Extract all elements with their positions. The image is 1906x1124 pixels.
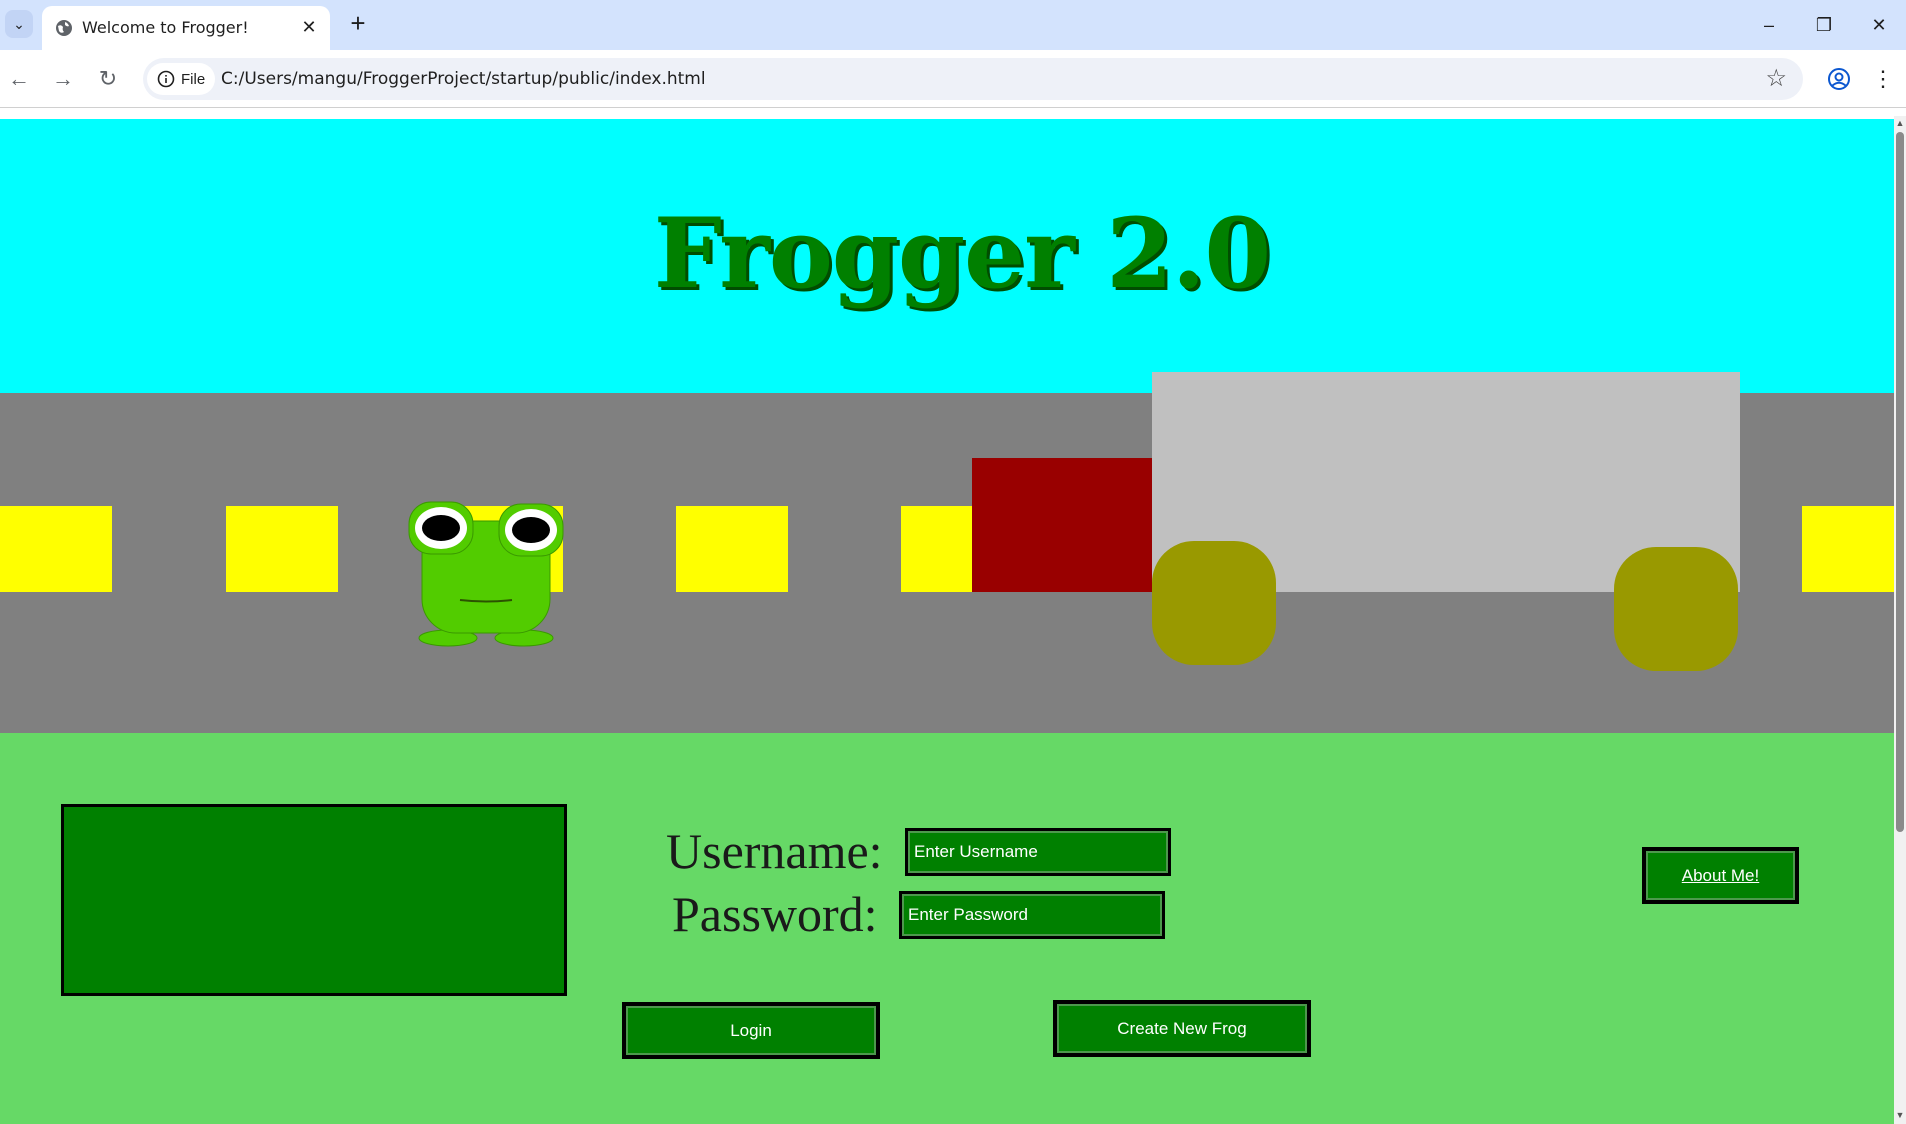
plus-icon[interactable]: +: [344, 10, 372, 38]
back-icon[interactable]: ←: [4, 64, 34, 94]
reload-icon[interactable]: ↻: [93, 64, 123, 94]
truck-cab: [972, 458, 1152, 592]
page-viewport: Frogger 2.0 Username: Password: Login Cr…: [0, 116, 1894, 1124]
site-chip-label: File: [181, 70, 206, 88]
browser-tab[interactable]: Welcome to Frogger! ✕: [42, 6, 330, 50]
menu-icon[interactable]: ⋮: [1866, 62, 1900, 96]
about-me-link[interactable]: About Me!: [1642, 847, 1799, 904]
lane-mark: [226, 506, 338, 592]
page-title: Frogger 2.0: [653, 197, 1271, 310]
username-label: Username:: [666, 823, 883, 879]
site-info-chip[interactable]: File: [147, 63, 216, 95]
about-me-label: About Me!: [1681, 865, 1760, 885]
tab-strip: ⌄ Welcome to Frogger! ✕ + – ❐ ✕: [0, 0, 1906, 50]
tab-title: Welcome to Frogger!: [82, 18, 249, 37]
password-label: Password:: [672, 886, 878, 942]
page-scrollbar[interactable]: ▲ ▼: [1894, 116, 1906, 1124]
lane-mark: [1802, 506, 1894, 592]
truck-wheel: [1152, 541, 1276, 665]
scroll-thumb[interactable]: [1896, 132, 1904, 832]
username-input[interactable]: [905, 828, 1171, 876]
create-new-frog-button[interactable]: Create New Frog: [1053, 1000, 1311, 1057]
scroll-up-icon[interactable]: ▲: [1895, 118, 1905, 128]
window-close-icon[interactable]: ✕: [1864, 10, 1894, 40]
truck-wheel: [1614, 547, 1738, 671]
forward-icon[interactable]: →: [48, 64, 78, 94]
scroll-down-icon[interactable]: ▼: [1895, 1110, 1905, 1120]
info-icon: [157, 70, 175, 88]
url-text[interactable]: C:/Users/mangu/FroggerProject/startup/pu…: [221, 69, 706, 89]
browser-toolbar: ← → ↻ File C:/Users/mangu/FroggerProject…: [0, 50, 1906, 108]
password-input[interactable]: [899, 891, 1165, 939]
profile-icon[interactable]: [1822, 62, 1856, 96]
star-icon[interactable]: ☆: [1765, 64, 1787, 93]
frog-icon: [408, 501, 564, 647]
globe-icon: [56, 20, 72, 36]
green-panel: [61, 804, 567, 996]
address-bar[interactable]: File C:/Users/mangu/FroggerProject/start…: [143, 58, 1803, 100]
login-button[interactable]: Login: [622, 1002, 880, 1059]
create-button-label: Create New Frog: [1117, 1018, 1247, 1038]
close-icon[interactable]: ✕: [298, 16, 320, 38]
restore-icon[interactable]: ❐: [1809, 10, 1839, 40]
sky-header: Frogger 2.0: [0, 119, 1894, 393]
lane-mark: [0, 506, 112, 592]
tab-search-icon[interactable]: ⌄: [5, 10, 33, 38]
minimize-icon[interactable]: –: [1754, 10, 1784, 40]
lane-mark: [676, 506, 788, 592]
login-button-label: Login: [730, 1020, 772, 1040]
